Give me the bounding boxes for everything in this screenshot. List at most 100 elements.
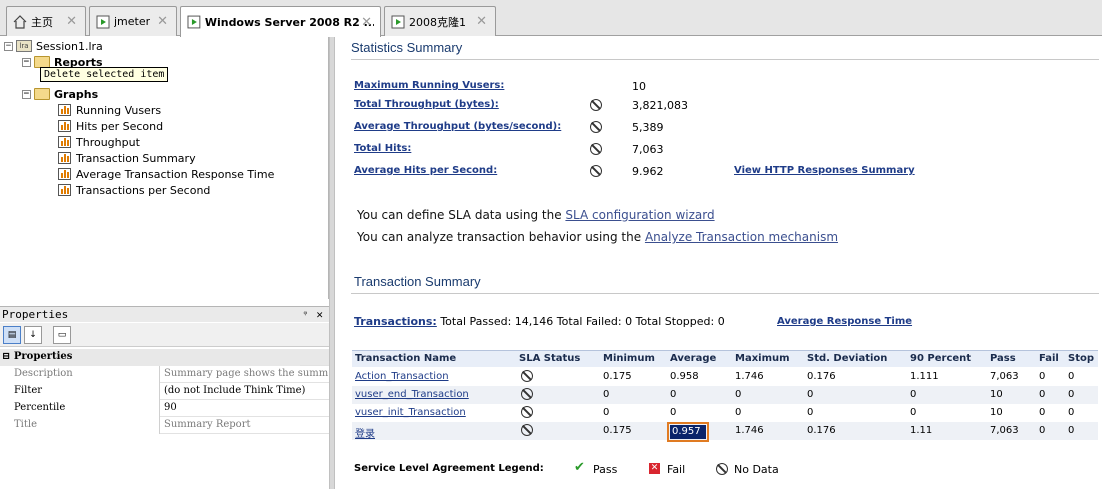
property-key: Description <box>0 366 160 383</box>
no-data-icon <box>521 424 533 436</box>
cell-pass: 10 <box>990 389 1003 400</box>
no-data-icon <box>590 143 602 155</box>
close-icon[interactable]: ✕ <box>361 15 372 30</box>
close-icon[interactable]: ✕ <box>476 14 487 29</box>
average-response-time-link[interactable]: Average Response Time <box>777 316 912 327</box>
table-row: Action_Transaction 0.175 0.958 1.746 0.1… <box>352 368 1098 386</box>
tree-root[interactable]: − lra Session1.lra <box>4 38 103 54</box>
collapse-icon[interactable]: − <box>4 41 13 51</box>
property-value[interactable]: 90 <box>162 400 328 417</box>
tree-item-transactions-per-second[interactable]: Transactions per Second <box>58 182 210 198</box>
col-std-deviation[interactable]: Std. Deviation <box>807 353 887 364</box>
total-hits-link[interactable]: Total Hits: <box>354 143 411 154</box>
property-value[interactable]: (do not Include Think Time) <box>162 383 328 400</box>
close-icon[interactable]: ✕ <box>157 14 168 29</box>
avg-throughput-value: 5,389 <box>632 121 664 134</box>
categorized-icon[interactable]: ▤ <box>3 326 21 344</box>
cell-maximum: 1.746 <box>735 425 764 436</box>
no-data-icon <box>521 388 533 400</box>
fail-x-icon: ✕ <box>649 463 660 474</box>
vm-play-icon <box>187 15 201 29</box>
avg-hits-per-second-value: 9.962 <box>632 165 664 178</box>
cell-std-deviation: 0 <box>807 389 814 400</box>
property-row-description[interactable]: Description Summary page shows the summ <box>0 366 329 383</box>
avg-hits-per-second-link[interactable]: Average Hits per Second: <box>354 165 497 176</box>
pin-icon[interactable]: ᵠ <box>304 307 307 322</box>
tree-item-throughput[interactable]: Throughput <box>58 134 140 150</box>
property-pages-icon[interactable]: ▭ <box>53 326 71 344</box>
close-icon[interactable]: ✕ <box>316 307 323 322</box>
divider <box>351 59 1099 60</box>
graph-icon <box>58 184 71 196</box>
property-row-filter[interactable]: Filter (do not Include Think Time) <box>0 383 329 400</box>
transaction-name-link[interactable]: vuser_init_Transaction <box>355 407 466 418</box>
tree-item-label: Running Vusers <box>76 103 162 117</box>
tab-windows-server[interactable]: Windows Server 2008 R2 ... ✕ <box>180 6 381 37</box>
vm-play-icon <box>391 15 405 28</box>
tab-home-label: 主页 <box>31 15 53 29</box>
session-file-icon: lra <box>16 40 32 52</box>
tab-home[interactable]: 主页 ✕ <box>6 6 86 36</box>
sort-alpha-icon[interactable]: ↓ <box>24 326 42 344</box>
transaction-name-link[interactable]: vuser_end_Transaction <box>355 389 469 400</box>
view-http-responses-link[interactable]: View HTTP Responses Summary <box>734 165 915 176</box>
property-row-percentile[interactable]: Percentile 90 <box>0 400 329 417</box>
tree-item-hits-per-second[interactable]: Hits per Second <box>58 118 163 134</box>
property-key: Title <box>0 417 160 434</box>
col-transaction-name[interactable]: Transaction Name <box>355 353 456 364</box>
tab-jmeter-label: jmeter <box>114 15 151 28</box>
col-fail[interactable]: Fail <box>1039 353 1059 364</box>
cell-minimum: 0.175 <box>603 371 632 382</box>
selected-average-cell[interactable]: 0.957 <box>670 425 706 439</box>
cell-90-percent: 1.11 <box>910 425 933 436</box>
no-data-icon <box>521 406 533 418</box>
tree-graphs[interactable]: − Graphs <box>22 86 98 102</box>
max-running-vusers-link[interactable]: Maximum Running Vusers: <box>354 80 504 91</box>
transactions-link[interactable]: Transactions: <box>354 315 437 328</box>
transaction-name-link[interactable]: Action_Transaction <box>355 371 449 382</box>
transaction-table-header: Transaction Name SLA Status Minimum Aver… <box>352 350 1098 367</box>
cell-stop: 0 <box>1068 371 1075 382</box>
properties-title-bar: Properties ᵠ ✕ <box>0 307 329 322</box>
col-stop[interactable]: Stop <box>1068 353 1094 364</box>
cell-std-deviation: 0.176 <box>807 371 836 382</box>
total-throughput-link[interactable]: Total Throughput (bytes): <box>354 99 499 110</box>
col-90-percent[interactable]: 90 Percent <box>910 353 971 364</box>
col-pass[interactable]: Pass <box>990 353 1016 364</box>
sla-wizard-link[interactable]: SLA configuration wizard <box>565 208 714 222</box>
transaction-name-link[interactable]: 登录 <box>355 429 375 440</box>
col-sla-status[interactable]: SLA Status <box>519 353 580 364</box>
splitter[interactable] <box>329 37 335 489</box>
graph-icon <box>58 104 71 116</box>
cell-average: 0 <box>670 389 677 400</box>
minus-icon[interactable]: ⊟ <box>2 351 10 362</box>
tree-item-running-vusers[interactable]: Running Vusers <box>58 102 161 118</box>
col-maximum[interactable]: Maximum <box>735 353 790 364</box>
cell-fail: 0 <box>1039 389 1046 400</box>
property-category[interactable]: ⊟ Properties <box>0 349 329 366</box>
sla-define-message: You can define SLA data using the SLA co… <box>357 208 715 222</box>
property-row-title[interactable]: Title Summary Report <box>0 417 329 434</box>
pass-check-icon: ✔ <box>574 460 585 475</box>
tab-2008-clone-label: 2008克隆1 <box>409 15 466 29</box>
tree-item-avg-response-time[interactable]: Average Transaction Response Time <box>58 166 274 182</box>
tree-item-transaction-summary[interactable]: Transaction Summary <box>58 150 196 166</box>
summary-report: Statistics Summary Maximum Running Vuser… <box>336 37 1102 489</box>
col-minimum[interactable]: Minimum <box>603 353 655 364</box>
close-icon[interactable]: ✕ <box>66 14 77 29</box>
collapse-icon[interactable]: − <box>22 89 31 99</box>
avg-throughput-link[interactable]: Average Throughput (bytes/second): <box>354 121 561 132</box>
tab-windows-server-label: Windows Server 2008 R2 ... <box>204 15 374 29</box>
cell-stop: 0 <box>1068 425 1075 436</box>
cell-pass: 10 <box>990 407 1003 418</box>
cell-maximum: 0 <box>735 407 742 418</box>
tooltip: Delete selected item <box>40 67 169 82</box>
table-row: vuser_end_Transaction 0 0 0 0 0 10 0 0 <box>352 386 1098 404</box>
tab-jmeter[interactable]: jmeter ✕ <box>89 6 177 36</box>
collapse-icon[interactable]: − <box>22 57 31 67</box>
analyze-transaction-link[interactable]: Analyze Transaction mechanism <box>645 230 838 244</box>
tab-2008-clone[interactable]: 2008克隆1 ✕ <box>384 6 496 36</box>
graph-icon <box>58 136 71 148</box>
col-average[interactable]: Average <box>670 353 716 364</box>
property-key: Percentile <box>0 400 160 417</box>
